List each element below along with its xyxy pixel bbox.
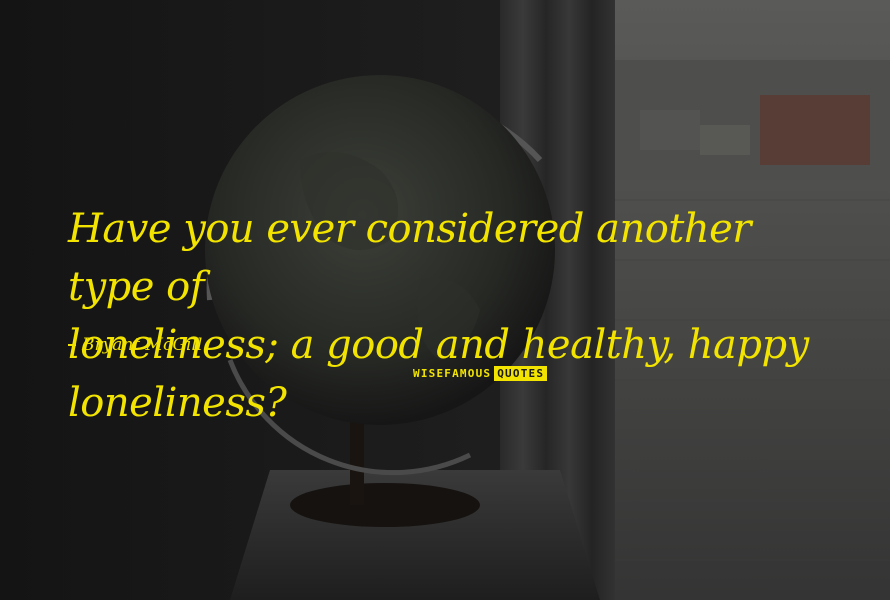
author-row: Bryant McGill [68, 333, 202, 357]
dash-icon [68, 344, 76, 346]
watermark-part-1: WISEFAMOUS [413, 367, 492, 380]
quote-author: Bryant McGill [82, 335, 203, 355]
watermark-part-2: QUOTES [494, 366, 548, 381]
quote-text: Have you ever considered another type of… [68, 200, 848, 432]
quote-image: Have you ever considered another type of… [0, 0, 890, 600]
watermark-logo: WISEFAMOUS QUOTES [412, 366, 548, 381]
quote-line-1: Have you ever considered another type of [68, 206, 751, 310]
